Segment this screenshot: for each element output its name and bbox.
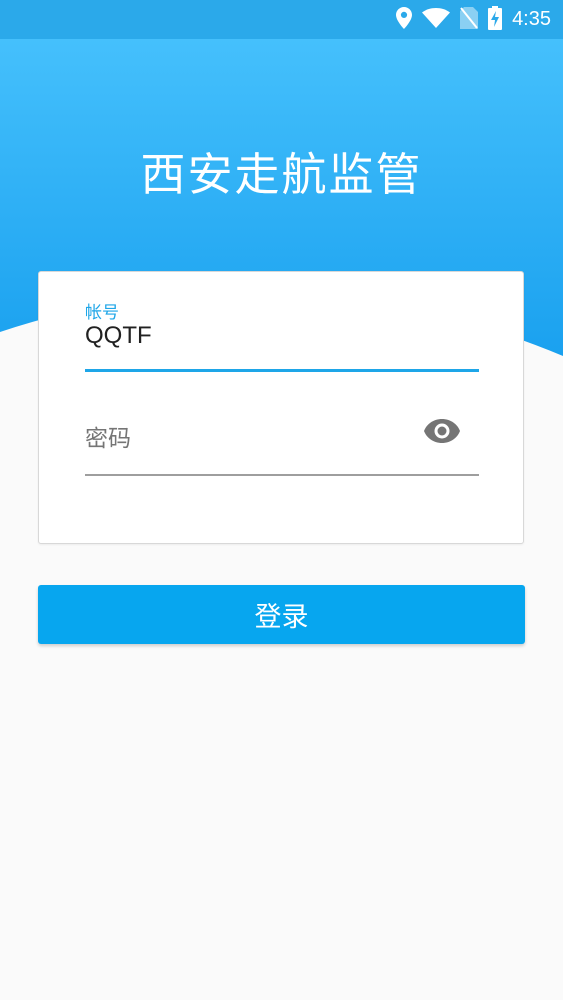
- app-title: 西安走航监管: [140, 148, 423, 201]
- login-card: 帐号 QQTF 密码: [38, 271, 524, 544]
- location-icon: [396, 6, 413, 33]
- wifi-icon: [422, 7, 451, 32]
- status-bar: 4:35: [0, 0, 563, 39]
- password-underline: [85, 474, 479, 476]
- password-input[interactable]: 密码: [85, 419, 131, 453]
- account-label: 帐号: [85, 303, 119, 323]
- status-time: 4:35: [512, 8, 551, 30]
- account-field[interactable]: 帐号 QQTF: [85, 298, 479, 372]
- battery-charging-icon: [488, 5, 503, 34]
- eye-icon[interactable]: [423, 418, 461, 444]
- login-button[interactable]: 登录: [38, 585, 525, 644]
- password-field[interactable]: 密码: [85, 402, 479, 476]
- no-sim-icon: [460, 6, 479, 33]
- account-input[interactable]: QQTF: [85, 322, 152, 350]
- account-underline: [85, 369, 479, 372]
- status-icons: 4:35: [386, 0, 551, 39]
